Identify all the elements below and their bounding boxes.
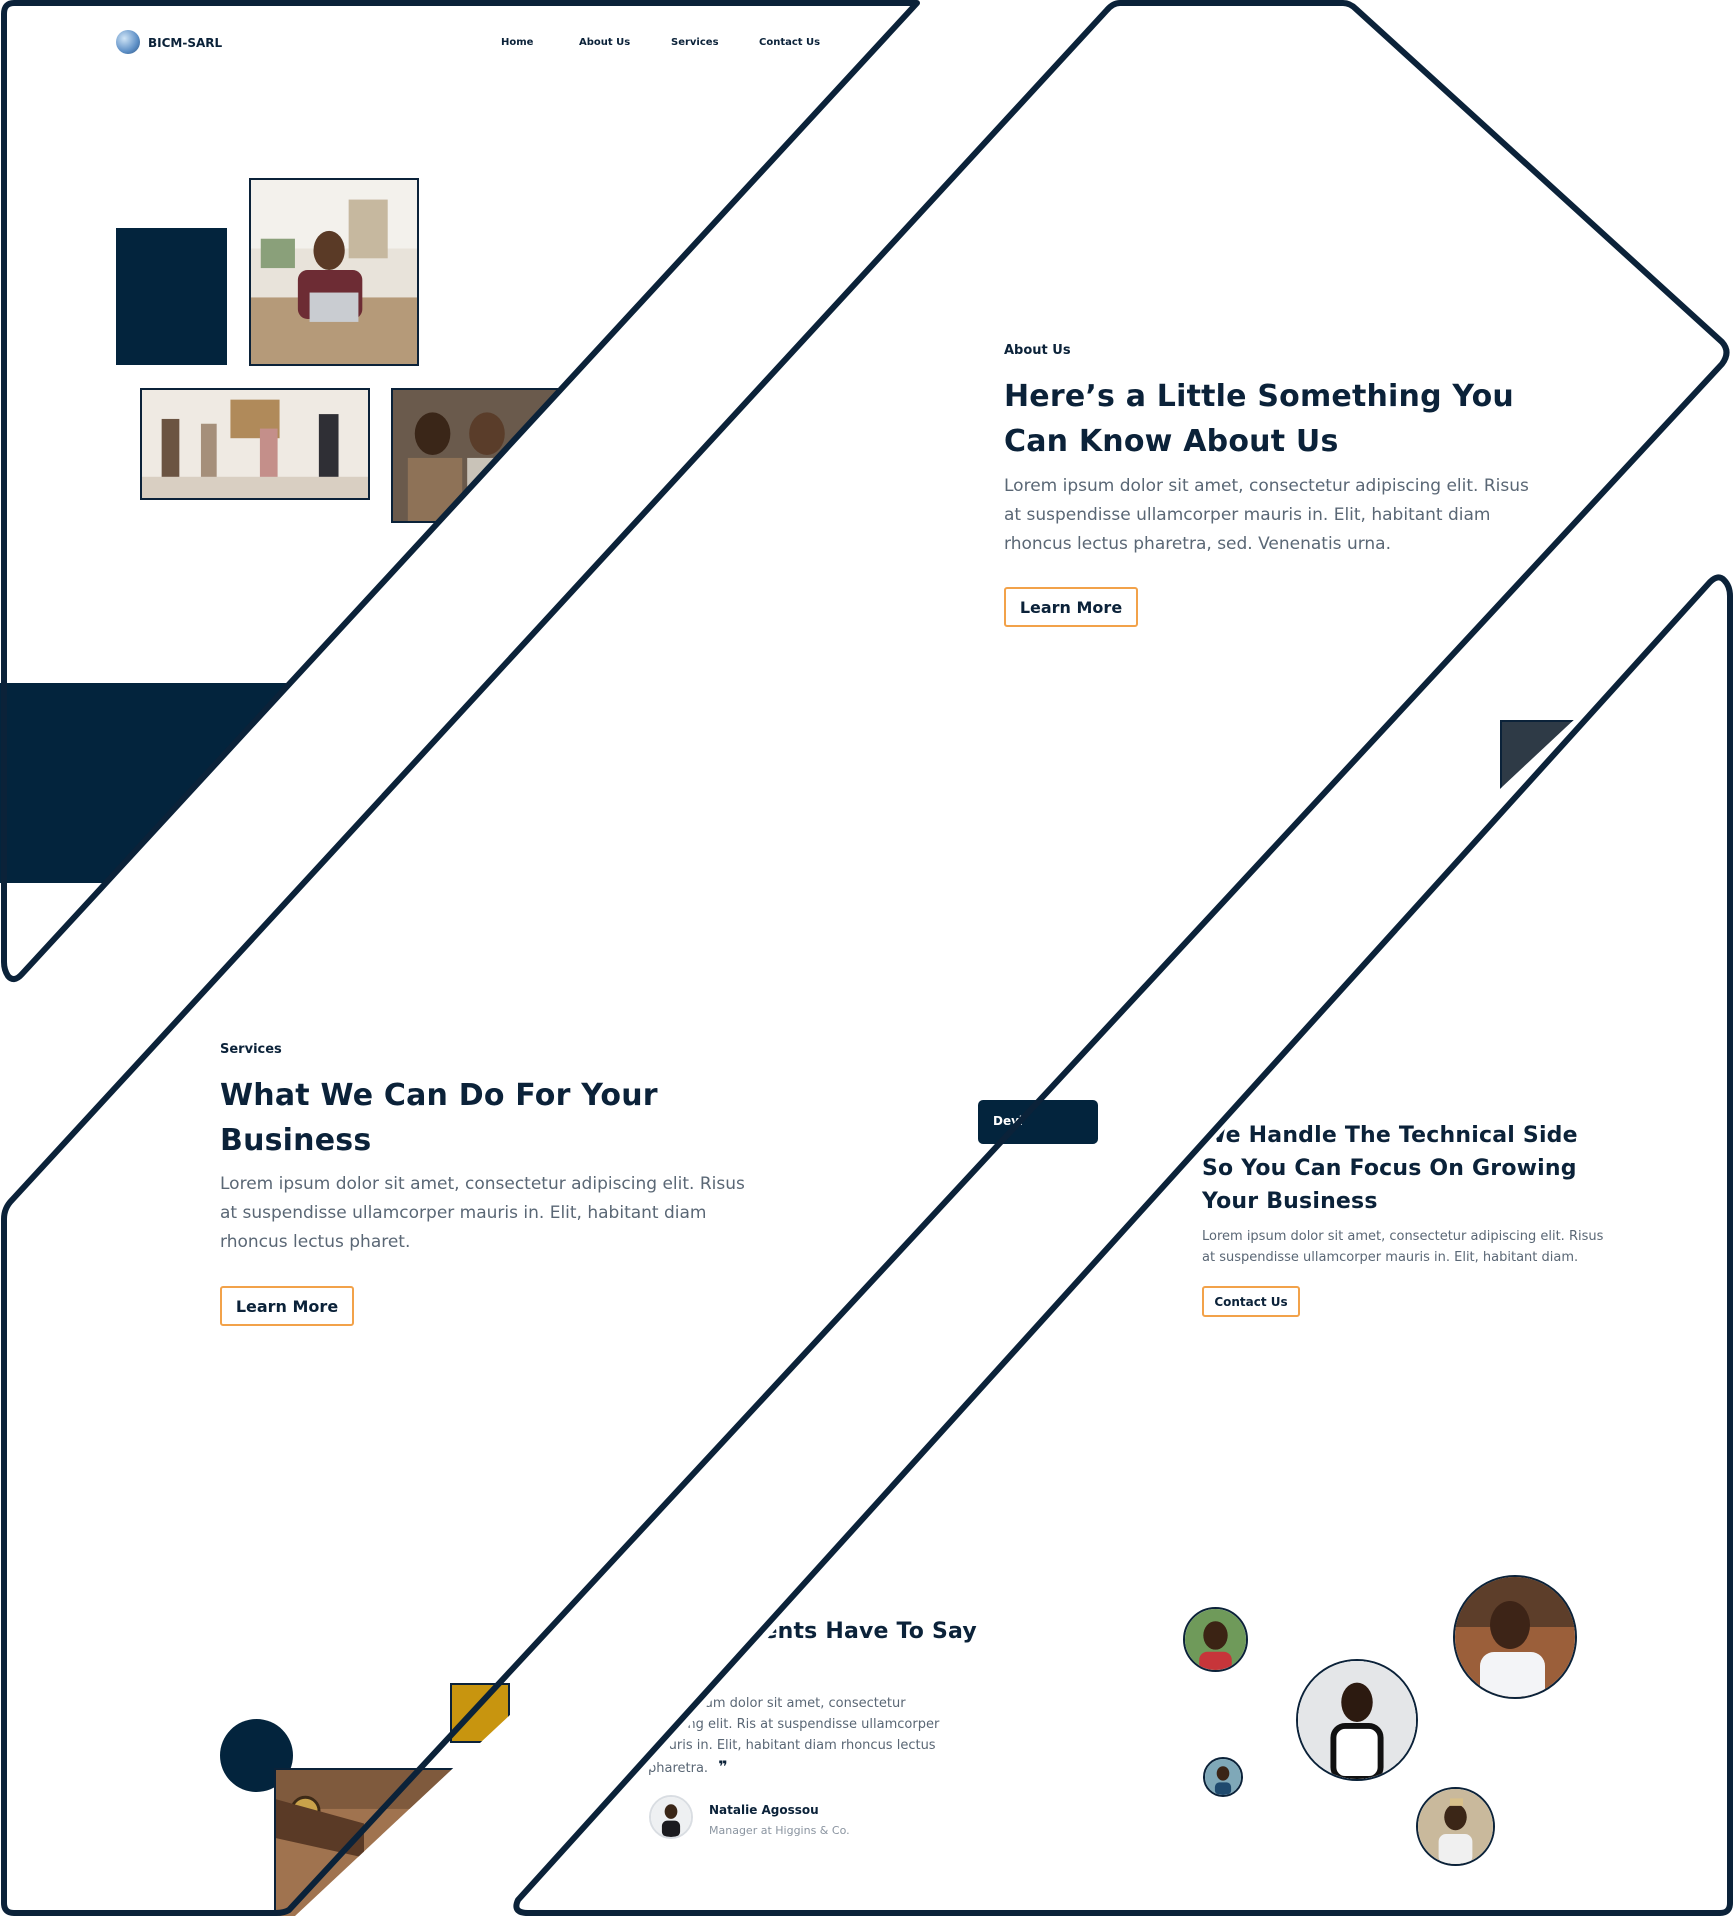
panel-outlines bbox=[1, 0, 1733, 1916]
